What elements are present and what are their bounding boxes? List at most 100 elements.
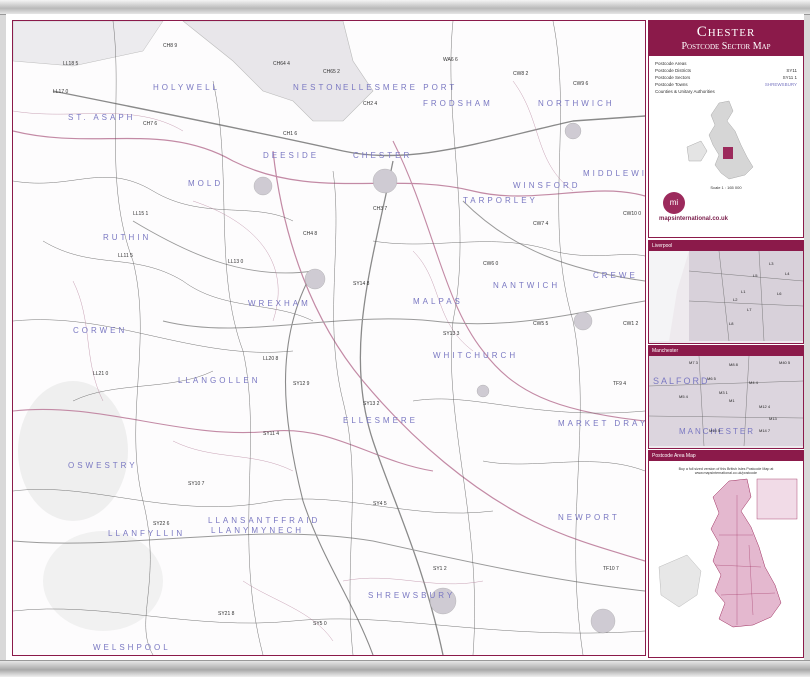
- manchester-inset[interactable]: Manchester SALFORD MANCHESTER M7 3 M8 8 M4…: [648, 345, 804, 449]
- sector-label: CH2 4: [363, 101, 378, 107]
- inset-sector-label: L1: [741, 289, 746, 294]
- sector-label: SY4 5: [373, 501, 387, 507]
- hill-shade: [18, 381, 128, 521]
- town-label: CREWE: [593, 271, 638, 280]
- main-map[interactable]: HOLYWELL ST. ASAPH NESTON ELLESMERE PORT FRO…: [12, 20, 646, 656]
- legend-row: Postcode Towns SHREWSBURY: [649, 81, 803, 88]
- built-up-areas: [253, 122, 616, 634]
- inset-sector-label: M7 3: [689, 360, 698, 365]
- legend-sample: SHREWSBURY: [764, 82, 797, 87]
- brand-name[interactable]: mapsinternational.co.uk: [659, 216, 728, 222]
- uk-locator-map: [686, 100, 754, 180]
- town-label: OSWESTRY: [68, 461, 138, 470]
- sector-label: SY21 8: [218, 611, 235, 617]
- town-label: WHITCHURCH: [433, 351, 519, 360]
- legend-row: Counties & Unitary Authorities: [649, 88, 803, 95]
- sector-label: SY5 0: [313, 621, 327, 627]
- brand-block: mi mapsinternational.co.uk: [649, 190, 803, 224]
- town-label: MALPAS: [413, 297, 463, 306]
- legend-label: Postcode Districts: [655, 68, 692, 73]
- sector-label: CW10 0: [623, 211, 642, 217]
- sector-label: CW8 2: [513, 71, 529, 77]
- area-map-note: Buy a full sized version of this British…: [678, 467, 774, 475]
- major-road: [284, 270, 374, 655]
- legend-row: Postcode Sectors SY11 1: [649, 74, 803, 81]
- area-map-title: Postcode Area Map: [649, 451, 803, 461]
- inset-sector-label: M8 8: [729, 362, 738, 367]
- town-label: WINSFORD: [513, 181, 581, 190]
- hill-shade: [43, 531, 163, 631]
- inset-sector-label: M4 4: [749, 380, 758, 385]
- dee-estuary: [182, 21, 374, 122]
- sector-label: TF10 7: [603, 566, 619, 572]
- liverpool-inset[interactable]: Liverpool L3 L5 L6 L7 L8 L4 L1 L2: [648, 240, 804, 344]
- town-label: TARPORLEY: [463, 196, 538, 205]
- manchester-inset-map: SALFORD MANCHESTER: [649, 356, 803, 446]
- town-label: ELLESMERE: [343, 416, 419, 425]
- inset-sector-label: M14 7: [759, 428, 771, 433]
- town-label: ELLESMERE PORT: [343, 83, 458, 92]
- major-road: [162, 300, 645, 329]
- legend-label: Postcode Towns: [655, 82, 688, 87]
- sector-label: CH7 6: [143, 121, 158, 127]
- sector-label: LL11 5: [118, 253, 133, 259]
- brand-logo: mi: [663, 192, 685, 214]
- town-label: CHESTER: [353, 151, 413, 160]
- inset-sector-label: M6 5: [707, 376, 716, 381]
- map-subtitle: Postcode Sector Map: [681, 41, 771, 52]
- sector-label: CH4 8: [303, 231, 318, 237]
- sector-label: CH8 9: [163, 43, 178, 49]
- sector-label: SY11 4: [263, 431, 280, 437]
- town-label: LLANSANTFFRAID: [208, 516, 321, 525]
- legend-row: Postcode Areas: [649, 60, 803, 67]
- sector-label: SY12 9: [293, 381, 310, 387]
- inset-sector-label: L5: [753, 273, 758, 278]
- sector-label: CW9 6: [573, 81, 589, 87]
- sector-label: LL18 5: [63, 61, 79, 67]
- sector-label: CW1 2: [623, 321, 639, 327]
- sector-label: CW6 0: [483, 261, 499, 267]
- inset-sector-label: M5 4: [679, 394, 688, 399]
- town-label: NANTWICH: [493, 281, 561, 290]
- sector-label: SY13 2: [363, 401, 380, 407]
- liverpool-inset-map: [649, 251, 803, 341]
- sector-label: WA6 6: [443, 57, 458, 63]
- legend-sample: SY11: [786, 68, 797, 73]
- inset-sector-label: M1: [729, 398, 735, 403]
- manchester-inset-title: Manchester: [649, 346, 803, 356]
- map-frame: HOLYWELL ST. ASAPH NESTON ELLESMERE PORT FRO…: [0, 0, 810, 677]
- town-label: ST. ASAPH: [68, 113, 136, 122]
- inset-sector-label: L6: [777, 291, 782, 296]
- sector-label: SY1 2: [433, 566, 447, 572]
- town-label: RUTHIN: [103, 233, 152, 242]
- sea-area: [13, 21, 164, 67]
- title-bar: Chester Postcode Sector Map: [649, 21, 803, 56]
- sector-label: SY13 3: [443, 331, 460, 337]
- inset-sector-label: M15 5: [709, 428, 721, 433]
- inset-sector-label: L2: [733, 297, 738, 302]
- town-label: DEESIDE: [263, 151, 320, 160]
- sector-label: LL15 1: [133, 211, 149, 217]
- town-label: CORWEN: [73, 326, 128, 335]
- inset-sector-label: L8: [729, 321, 734, 326]
- inset-sector-label: M3 1: [719, 390, 728, 395]
- legend-label: Counties & Unitary Authorities: [655, 89, 715, 94]
- inset-sector-label: L7: [747, 307, 752, 312]
- legend-label: Postcode Sectors: [655, 75, 691, 80]
- town-label: NORTHWICH: [538, 99, 615, 108]
- inset-sector-label: L4: [785, 271, 790, 276]
- town-label: MIDDLEWICH: [583, 169, 645, 178]
- uk-postcode-area-map: [658, 478, 798, 628]
- sector-label: TF9 4: [613, 381, 627, 387]
- top-hanging-rail: [0, 0, 810, 15]
- area-map-inset[interactable]: Postcode Area Map Buy a full sized versi…: [648, 450, 804, 658]
- inset-sector-label: M12 4: [759, 404, 771, 409]
- town-label: WELSHPOOL: [93, 643, 171, 652]
- town-label: HOLYWELL: [153, 83, 220, 92]
- town-label: LLANYMYNECH: [211, 526, 305, 535]
- legend-sample: SY11 1: [782, 75, 797, 80]
- town-label: MOLD: [188, 179, 224, 188]
- major-road: [462, 200, 645, 282]
- inset-sector-label: M13: [769, 416, 777, 421]
- town-label: MARKET DRAYTON: [558, 419, 645, 428]
